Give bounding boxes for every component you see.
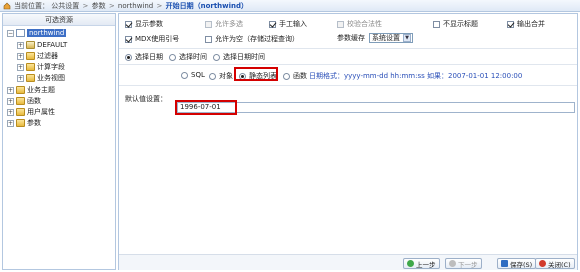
arrow-right-icon — [449, 260, 456, 267]
highlight-box-static-list — [234, 67, 278, 81]
date-format-hint: 日期格式：yyyy-mm-dd hh:mm:ss 如果：2007-01-01 1… — [309, 72, 523, 80]
breadcrumb-prefix: 当前位置： — [14, 1, 49, 10]
option-allow-multi-select: 允许多选 — [205, 19, 243, 29]
radio[interactable] — [283, 72, 290, 80]
save-icon — [501, 260, 508, 267]
schema-icon — [26, 41, 35, 49]
resource-panel-title: 可选资源 — [3, 14, 115, 26]
tree-node-northwind[interactable]: − northwind — [7, 28, 67, 38]
parameter-icon — [16, 119, 25, 127]
tree-node-user-attributes[interactable]: + 用户属性 — [7, 107, 55, 117]
save-button[interactable]: 保存(S) — [497, 258, 537, 269]
arrow-left-icon — [407, 260, 414, 267]
radio-select-datetime[interactable]: 选择日期时间 — [213, 52, 265, 62]
checkbox — [205, 20, 212, 28]
view-icon — [26, 74, 35, 82]
breadcrumb-item-parameters[interactable]: 参数 — [92, 2, 106, 10]
breadcrumb: 当前位置： 公共设置 > 参数 > northwind > 开始日期（north… — [14, 1, 248, 11]
radio[interactable] — [181, 71, 188, 79]
checkbox[interactable] — [205, 35, 212, 43]
tree-node-functions[interactable]: + 函数 — [7, 96, 41, 106]
radio[interactable] — [125, 53, 132, 61]
divider — [119, 64, 577, 65]
tree-node-default[interactable]: + DEFAULT — [17, 40, 67, 50]
calculator-icon — [26, 63, 35, 71]
resource-panel: 可选资源 − northwind + DEFAULT + 过滤器 + 计算字段 … — [2, 13, 116, 270]
option-allow-empty[interactable]: 允许为空（存储过程查询） — [205, 34, 299, 44]
radio[interactable] — [209, 72, 216, 80]
tree-node-filters[interactable]: + 过滤器 — [17, 51, 58, 61]
breadcrumb-item-public-settings[interactable]: 公共设置 — [51, 2, 79, 10]
tree-node-business-topics[interactable]: + 业务主题 — [7, 85, 55, 95]
collapse-icon[interactable]: − — [7, 29, 14, 37]
radio[interactable] — [169, 53, 176, 61]
checkbox[interactable] — [507, 20, 514, 28]
expand-icon[interactable]: + — [7, 108, 14, 116]
breadcrumb-current: 开始日期（northwind） — [165, 1, 249, 10]
divider — [119, 48, 577, 49]
highlight-box-default-value — [175, 100, 237, 115]
chevron-down-icon[interactable]: ▼ — [403, 34, 411, 42]
option-output-merge[interactable]: 输出合并 — [507, 19, 545, 29]
tree-node-business-views[interactable]: + 业务视图 — [17, 73, 65, 83]
radio-select-time[interactable]: 选择时间 — [169, 52, 207, 62]
expand-icon[interactable]: + — [17, 52, 24, 60]
parameter-cache-field: 参数缓存 系统设置 ▼ — [337, 33, 413, 43]
tree-node-parameters[interactable]: + 参数 — [7, 118, 41, 128]
breadcrumb-separator: > — [156, 1, 163, 10]
user-icon — [16, 108, 25, 116]
folder-icon — [16, 86, 25, 94]
checkbox[interactable] — [125, 20, 132, 28]
option-manual-input[interactable]: 手工输入 — [269, 19, 307, 29]
breadcrumb-item-northwind[interactable]: northwind — [118, 2, 153, 10]
tree-node-calculated-fields[interactable]: + 计算字段 — [17, 62, 65, 72]
radio-source-sql[interactable]: SQL — [181, 71, 205, 79]
expand-icon[interactable]: + — [7, 97, 14, 105]
option-show-parameter[interactable]: 显示参数 — [125, 19, 163, 29]
next-button: 下一步 — [445, 258, 482, 269]
expand-icon[interactable]: + — [7, 119, 14, 127]
close-icon — [539, 260, 546, 267]
divider — [119, 85, 577, 86]
option-mdx-quotes[interactable]: MDX使用引号 — [125, 34, 179, 44]
default-value-label: 默认值设置： — [125, 95, 167, 103]
radio-select-date[interactable]: 选择日期 — [125, 52, 163, 62]
filter-icon — [26, 52, 35, 60]
datasource-icon — [16, 29, 25, 37]
footer-toolbar: 上一步 下一步 保存(S) 关闭(C) — [119, 254, 577, 270]
radio-source-function[interactable]: 函数 — [283, 71, 307, 81]
checkbox[interactable] — [269, 20, 276, 28]
breadcrumb-separator: > — [82, 1, 89, 10]
option-validate: 校验合法性 — [337, 19, 382, 29]
expand-icon[interactable]: + — [17, 74, 24, 82]
breadcrumb-separator: > — [108, 1, 115, 10]
home-icon — [3, 2, 11, 9]
radio[interactable] — [213, 53, 220, 61]
breadcrumb-bar: 当前位置： 公共设置 > 参数 > northwind > 开始日期（north… — [0, 0, 580, 12]
checkbox[interactable] — [125, 35, 132, 43]
expand-icon[interactable]: + — [17, 63, 24, 71]
expand-icon[interactable]: + — [7, 86, 14, 94]
function-icon — [16, 97, 25, 105]
option-hide-title[interactable]: 不显示标题 — [433, 19, 478, 29]
checkbox[interactable] — [433, 20, 440, 28]
prev-button[interactable]: 上一步 — [403, 258, 440, 269]
checkbox — [337, 20, 344, 28]
parameter-cache-label: 参数缓存 — [337, 34, 365, 42]
parameter-settings-panel: 显示参数 允许多选 手工输入 校验合法性 不显示标题 输出合并 MDX使用引号 … — [118, 13, 578, 270]
radio-source-object[interactable]: 对象 — [209, 71, 233, 81]
close-button[interactable]: 关闭(C) — [535, 258, 575, 269]
expand-icon[interactable]: + — [17, 41, 24, 49]
parameter-cache-select[interactable]: 系统设置 ▼ — [369, 33, 413, 43]
